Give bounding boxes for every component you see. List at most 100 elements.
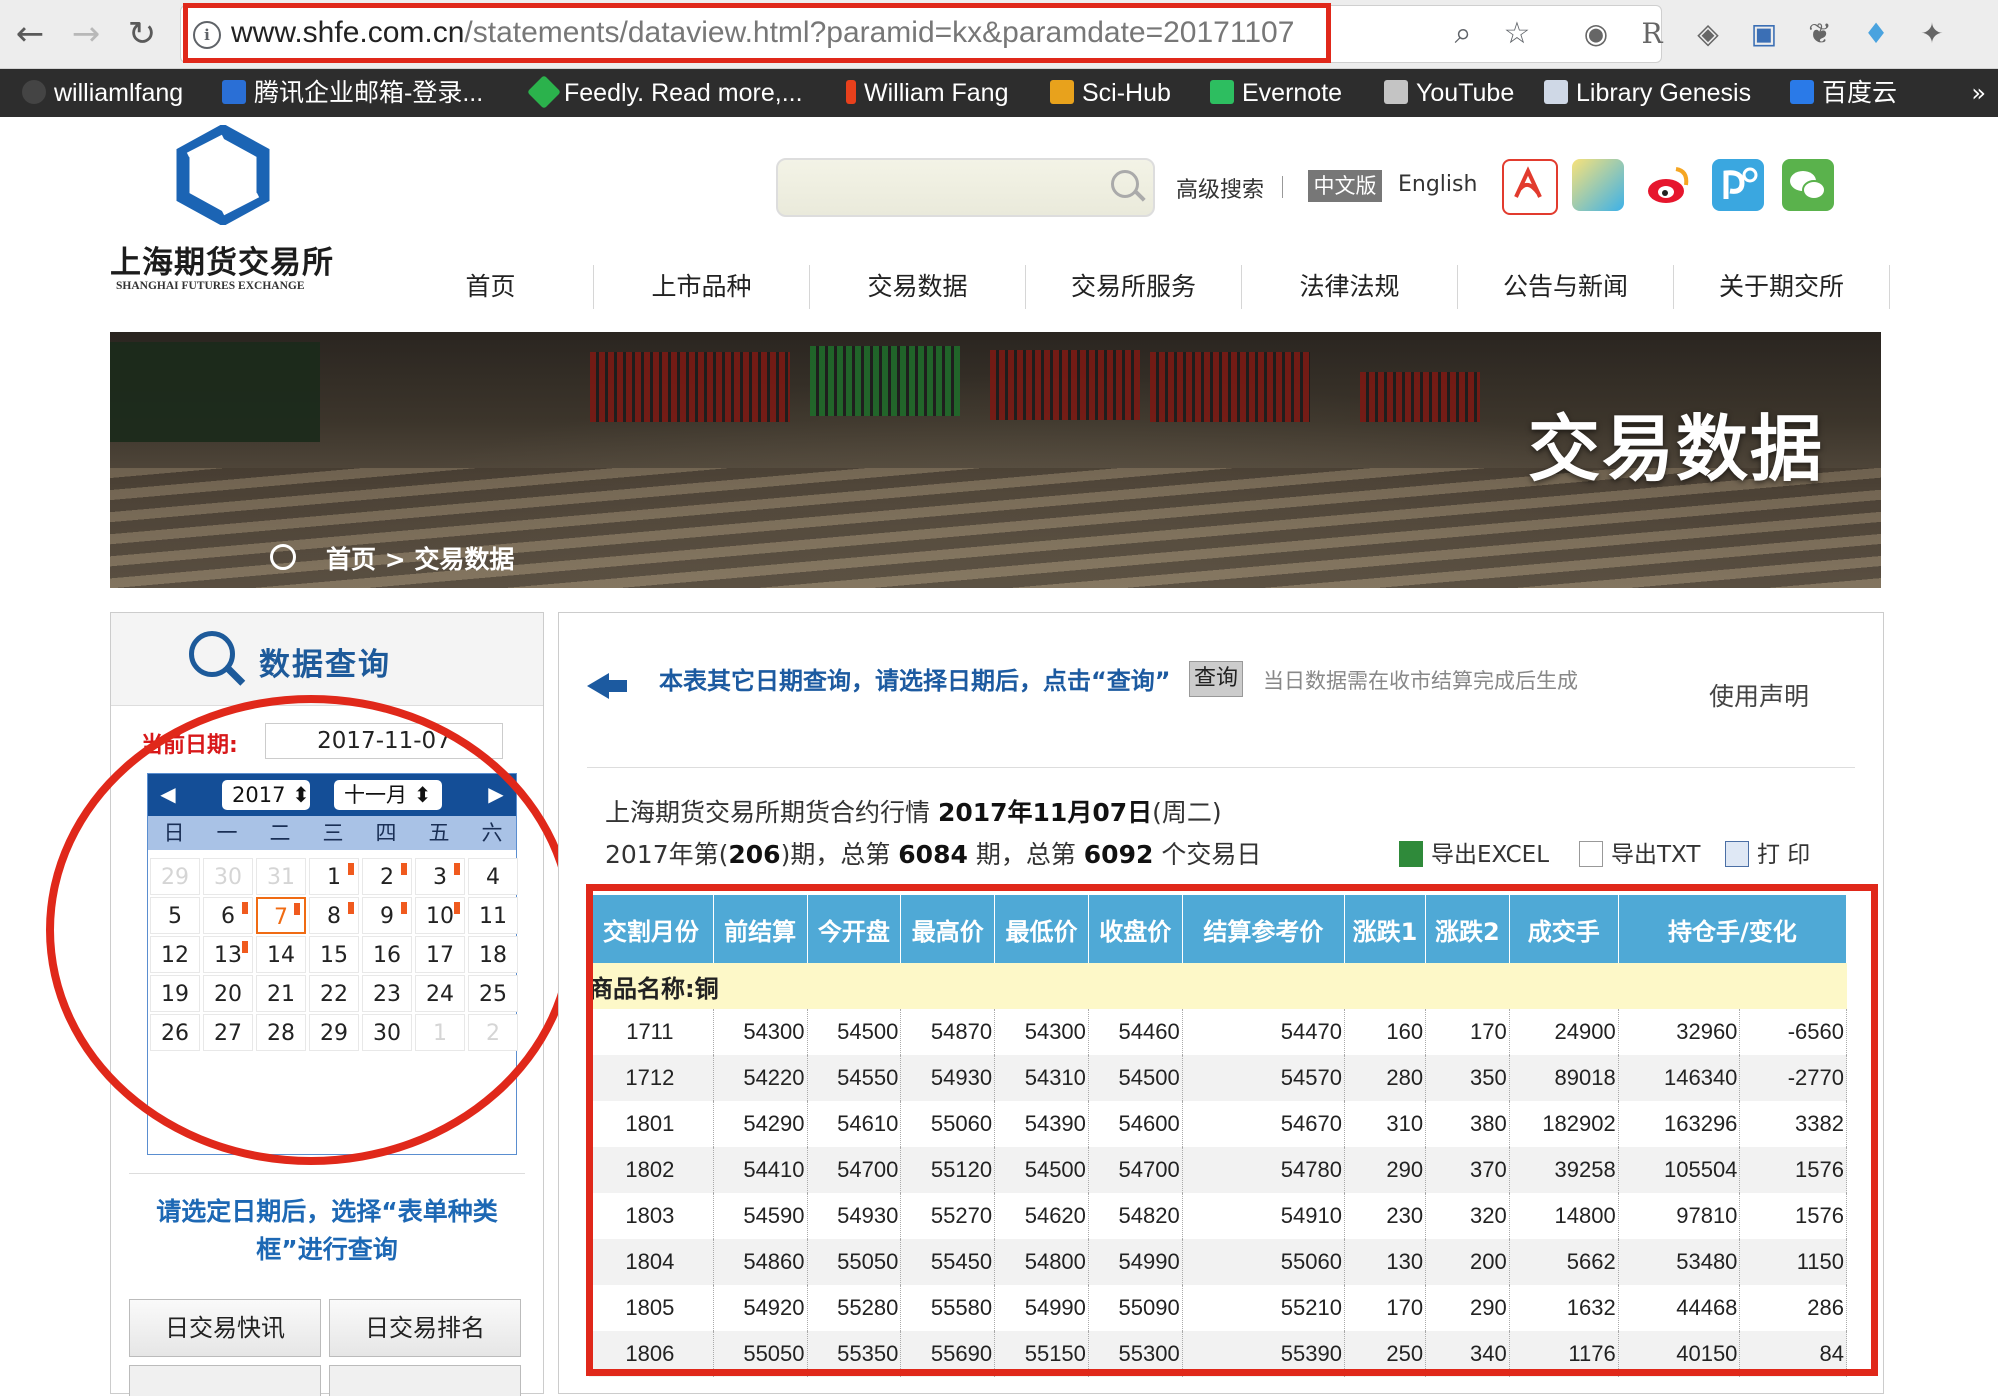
breadcrumb-logo-icon (270, 544, 296, 570)
logo-text-en: SHANGHAI FUTURES EXCHANGE (116, 280, 305, 292)
nav-item-trading-data[interactable]: 交易数据 (810, 265, 1026, 309)
settlement-notice: 当日数据需在收市结算完成后生成 (1263, 669, 1578, 693)
extension-r-icon[interactable]: R (1632, 14, 1672, 54)
nav-item-services[interactable]: 交易所服务 (1026, 265, 1242, 309)
bookmark-item[interactable]: 百度云 (1790, 75, 1897, 111)
calendar-highlight-circle (46, 695, 576, 1165)
document-icon (1544, 80, 1568, 104)
disclaimer-link[interactable]: 使用声明 (1709, 677, 1809, 713)
baidu-cloud-icon (1790, 80, 1814, 104)
period-text: )期，总第 (780, 840, 899, 869)
nav-item-products[interactable]: 上市品种 (594, 265, 810, 309)
bookmark-item[interactable]: Feedly. Read more,... (527, 75, 803, 111)
bookmark-label: Feedly. Read more,... (564, 79, 803, 107)
extension-tag-icon[interactable]: ◈ (1688, 14, 1728, 54)
bookmark-item[interactable]: 腾讯企业邮箱-登录... (222, 75, 483, 111)
bookmark-item[interactable]: williamlfang (22, 75, 183, 111)
star-icon[interactable]: ☆ (1497, 14, 1537, 54)
nav-item-regulations[interactable]: 法律法规 (1242, 265, 1458, 309)
nav-item-home[interactable]: 首页 (388, 265, 594, 309)
bookmark-label: Sci-Hub (1082, 79, 1171, 107)
lightning-icon (846, 80, 856, 104)
banner-title: 交易数据 (1528, 407, 1825, 491)
pdf-icon[interactable] (1502, 159, 1558, 215)
bookmark-item[interactable]: Sci-Hub (1050, 75, 1171, 111)
period-text: 个交易日 (1153, 840, 1262, 869)
nav-item-news[interactable]: 公告与新闻 (1458, 265, 1674, 309)
data-query-header: 数据查询 (111, 613, 543, 706)
extension-evernote-icon[interactable]: ❦ (1800, 14, 1840, 54)
divider (129, 1173, 525, 1174)
zoom-icon[interactable]: ⌕ (1443, 14, 1483, 54)
advanced-search-link[interactable]: 高级搜索 (1176, 172, 1264, 204)
extension-diamond-icon[interactable]: ♦ (1856, 14, 1896, 54)
period-text: 2017年第( (605, 840, 729, 869)
bookmark-item[interactable]: YouTube (1384, 75, 1514, 111)
more-button[interactable] (329, 1365, 521, 1396)
main-nav: 首页 上市品种 交易数据 交易所服务 法律法规 公告与新闻 关于期交所 (388, 265, 1893, 310)
bookmark-label: 百度云 (1822, 79, 1898, 107)
bookmark-label: Library Genesis (1576, 79, 1752, 107)
lang-chinese-button[interactable]: 中文版 (1308, 170, 1382, 202)
app-icon[interactable] (1712, 159, 1764, 211)
txt-icon (1579, 841, 1603, 867)
banner-screen (1360, 372, 1480, 422)
youtube-icon (1384, 80, 1408, 104)
mail-icon (222, 80, 246, 104)
report-weekday: (周二) (1152, 798, 1222, 827)
bookmark-item[interactable]: Library Genesis (1544, 75, 1751, 111)
bookmark-label: williamlfang (54, 79, 184, 107)
weibo-icon[interactable] (1642, 159, 1694, 211)
bookmark-item[interactable]: Evernote (1210, 75, 1342, 111)
kuaidi-icon[interactable] (1572, 159, 1624, 211)
bookmarks-more[interactable]: » (1971, 75, 1986, 111)
evernote-icon (1210, 80, 1234, 104)
forward-arrow-icon[interactable]: → (64, 12, 108, 56)
lang-english-link[interactable]: English (1398, 172, 1477, 197)
reload-icon[interactable]: ↻ (120, 12, 164, 56)
github-icon (22, 80, 46, 104)
scihub-icon (1050, 80, 1074, 104)
search-icon[interactable] (1111, 170, 1139, 198)
extension-puzzle-icon[interactable]: ✦ (1912, 14, 1952, 54)
data-query-title: 数据查询 (259, 647, 391, 683)
feedly-icon (527, 75, 561, 109)
site-search-input[interactable] (776, 158, 1155, 217)
print-button[interactable]: 打 印 (1725, 835, 1810, 869)
more-button[interactable] (129, 1365, 321, 1396)
trading-day-number: 6092 (1083, 840, 1154, 869)
search-icon (189, 631, 235, 677)
report-title-prefix: 上海期货交易所期货合约行情 (605, 798, 938, 827)
extension-circle-icon[interactable]: ◉ (1576, 14, 1616, 54)
report-title: 上海期货交易所期货合约行情 2017年11月07日(周二) (605, 793, 1222, 829)
banner-screen (810, 346, 960, 416)
extension-book-icon[interactable]: ▣ (1744, 14, 1784, 54)
daily-ranking-button[interactable]: 日交易排名 (329, 1299, 521, 1357)
query-button[interactable]: 查询 (1189, 661, 1243, 697)
url-highlight-box (183, 3, 1331, 63)
shfe-logo[interactable]: 上海期货交易所 SHANGHAI FUTURES EXCHANGE (110, 125, 333, 295)
logo-text-cn: 上海期货交易所 (110, 245, 334, 281)
banner-image: 交易数据 首页 > 交易数据 (110, 332, 1881, 588)
export-txt-label: 导出TXT (1611, 842, 1701, 868)
bookmark-item[interactable]: William Fang (846, 75, 1008, 111)
bookmark-label: YouTube (1416, 79, 1515, 107)
bookmark-label: William Fang (864, 79, 1009, 107)
banner-screen (110, 342, 320, 442)
breadcrumb[interactable]: 首页 > 交易数据 (326, 540, 514, 576)
back-arrow-icon[interactable] (587, 673, 627, 699)
period-number: 206 (728, 840, 781, 869)
printer-icon (1725, 841, 1749, 867)
nav-item-about[interactable]: 关于期交所 (1674, 265, 1890, 309)
banner-screen (590, 352, 790, 422)
export-excel-button[interactable]: 导出EXCEL (1399, 835, 1549, 869)
back-arrow-icon[interactable]: ← (8, 12, 52, 56)
daily-news-button[interactable]: 日交易快讯 (129, 1299, 321, 1357)
export-txt-button[interactable]: 导出TXT (1579, 835, 1700, 869)
report-period: 2017年第(206)期，总第 6084 期，总第 6092 个交易日 (605, 835, 1261, 871)
query-hint: 请选定日期后，选择“表单种类框”进行查询 (156, 1197, 498, 1264)
total-period-number: 6084 (898, 840, 968, 869)
wechat-icon[interactable] (1782, 159, 1834, 211)
excel-icon (1399, 841, 1423, 867)
banner-screen (1150, 352, 1310, 422)
